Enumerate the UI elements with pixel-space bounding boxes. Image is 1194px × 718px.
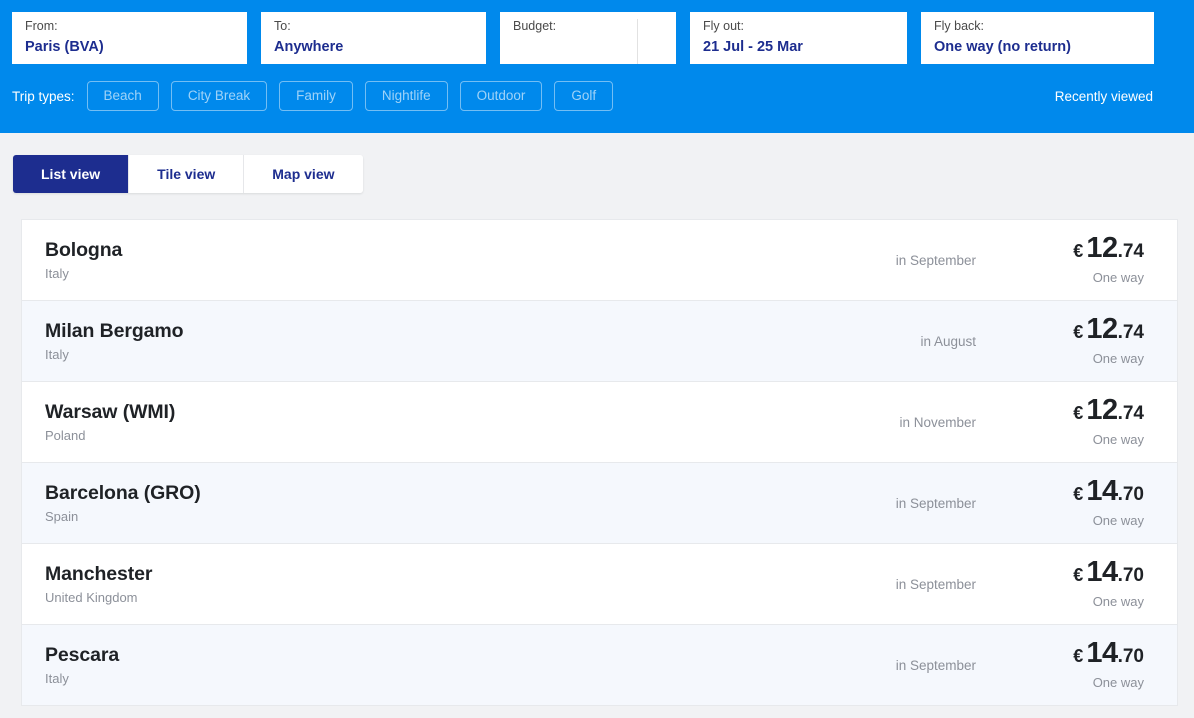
fly-out-value: 21 Jul - 25 Mar <box>703 39 803 55</box>
trip-type-beach[interactable]: Beach <box>86 81 159 111</box>
trip-kind: One way <box>1092 513 1144 528</box>
travel-month: in August <box>920 333 976 349</box>
price-cents: .70 <box>1117 565 1144 586</box>
trip-kind: One way <box>1092 594 1144 609</box>
destination: Pescara Italy <box>45 643 455 688</box>
trip-kind: One way <box>1092 351 1144 366</box>
fly-out-label: Fly out: <box>703 19 744 33</box>
price: €12.74 <box>977 314 1144 349</box>
destination-country: Italy <box>45 346 69 362</box>
tab-map-view[interactable]: Map view <box>244 155 363 193</box>
search-header: From: Paris (BVA) To: Anywhere Budget: F… <box>0 0 1194 133</box>
destination: Bologna Italy <box>45 238 455 283</box>
price: €12.74 <box>977 395 1144 430</box>
destination-country: Poland <box>45 427 86 443</box>
destination: Milan Bergamo Italy <box>45 319 455 364</box>
currency-symbol: € <box>1073 484 1084 504</box>
destination-country: Italy <box>45 265 69 281</box>
result-row[interactable]: Bologna Italy in September €12.74 One wa… <box>22 220 1177 301</box>
price-cents: .74 <box>1117 403 1144 424</box>
price-column: €14.70 One way <box>977 476 1155 530</box>
price-cents: .70 <box>1117 646 1144 667</box>
travel-month: in November <box>899 414 976 430</box>
from-value: Paris (BVA) <box>25 39 104 55</box>
destination-city: Barcelona (GRO) <box>45 481 201 504</box>
price-column: €12.74 One way <box>977 395 1155 449</box>
fly-back-value: One way (no return) <box>934 39 1071 55</box>
search-field-budget[interactable]: Budget: <box>500 12 676 64</box>
to-value: Anywhere <box>274 39 344 55</box>
price-column: €12.74 One way <box>977 233 1155 287</box>
price-column: €12.74 One way <box>977 314 1155 368</box>
from-label: From: <box>25 19 58 33</box>
price-cents: .74 <box>1117 241 1144 262</box>
tab-list-view[interactable]: List view <box>13 155 130 193</box>
search-fields: From: Paris (BVA) To: Anywhere Budget: F… <box>0 0 1194 64</box>
results-list: Bologna Italy in September €12.74 One wa… <box>21 219 1178 706</box>
trip-kind: One way <box>1092 432 1144 447</box>
price: €14.70 <box>977 476 1144 511</box>
destination-city: Manchester <box>45 562 153 585</box>
destination-city: Warsaw (WMI) <box>45 400 176 423</box>
price-whole: 14 <box>1086 637 1118 669</box>
price-whole: 12 <box>1086 394 1118 426</box>
search-field-from[interactable]: From: Paris (BVA) <box>12 12 247 64</box>
result-row[interactable]: Milan Bergamo Italy in August €12.74 One… <box>22 301 1177 382</box>
price: €12.74 <box>977 233 1144 268</box>
destination-city: Milan Bergamo <box>45 319 184 342</box>
trip-type-golf[interactable]: Golf <box>554 81 614 111</box>
travel-month: in September <box>895 252 976 268</box>
result-row[interactable]: Warsaw (WMI) Poland in November €12.74 O… <box>22 382 1177 463</box>
to-label: To: <box>274 19 291 33</box>
view-tabs: List view Tile view Map view <box>13 155 363 193</box>
destination-city: Bologna <box>45 238 123 261</box>
result-row[interactable]: Manchester United Kingdom in September €… <box>22 544 1177 625</box>
currency-symbol: € <box>1073 241 1084 261</box>
destination-city: Pescara <box>45 643 120 666</box>
trip-types-row: Trip types: Beach City Break Family Nigh… <box>0 80 1194 112</box>
trip-type-family[interactable]: Family <box>279 81 353 111</box>
result-row[interactable]: Barcelona (GRO) Spain in September €14.7… <box>22 463 1177 544</box>
currency-symbol: € <box>1073 565 1084 585</box>
price: €14.70 <box>977 638 1144 673</box>
result-row[interactable]: Pescara Italy in September €14.70 One wa… <box>22 625 1177 706</box>
currency-symbol: € <box>1073 322 1084 342</box>
price-whole: 12 <box>1086 313 1118 345</box>
trip-kind: One way <box>1092 675 1144 690</box>
search-field-fly-out[interactable]: Fly out: 21 Jul - 25 Mar <box>690 12 907 64</box>
destination-country: Italy <box>45 670 69 686</box>
price-cents: .70 <box>1117 484 1144 505</box>
tab-tile-view[interactable]: Tile view <box>129 155 245 193</box>
destination-country: Spain <box>45 508 79 524</box>
fly-back-label: Fly back: <box>934 19 985 33</box>
currency-symbol: € <box>1073 403 1084 423</box>
trip-types-label: Trip types: <box>12 88 75 104</box>
price-whole: 14 <box>1086 556 1118 588</box>
price: €14.70 <box>977 557 1144 592</box>
price-whole: 12 <box>1086 232 1118 264</box>
destination: Manchester United Kingdom <box>45 562 455 607</box>
budget-right-section[interactable] <box>638 19 676 64</box>
trip-kind: One way <box>1092 270 1144 285</box>
budget-label: Budget: <box>513 19 557 33</box>
travel-month: in September <box>895 495 976 511</box>
trip-type-city-break[interactable]: City Break <box>170 81 268 111</box>
view-tabs-wrapper: List view Tile view Map view <box>0 133 1194 193</box>
price-whole: 14 <box>1086 475 1118 507</box>
travel-month: in September <box>895 657 976 673</box>
recently-viewed-link[interactable]: Recently viewed <box>1055 89 1153 104</box>
destination: Barcelona (GRO) Spain <box>45 481 455 526</box>
price-column: €14.70 One way <box>977 638 1155 692</box>
trip-type-outdoor[interactable]: Outdoor <box>459 81 543 111</box>
price-column: €14.70 One way <box>977 557 1155 611</box>
currency-symbol: € <box>1073 646 1084 666</box>
destination: Warsaw (WMI) Poland <box>45 400 455 445</box>
travel-month: in September <box>895 576 976 592</box>
search-field-to[interactable]: To: Anywhere <box>261 12 486 64</box>
destination-country: United Kingdom <box>45 589 138 605</box>
trip-type-nightlife[interactable]: Nightlife <box>364 81 448 111</box>
price-cents: .74 <box>1117 322 1144 343</box>
search-field-fly-back[interactable]: Fly back: One way (no return) <box>921 12 1154 64</box>
budget-left-section[interactable]: Budget: <box>513 19 638 64</box>
